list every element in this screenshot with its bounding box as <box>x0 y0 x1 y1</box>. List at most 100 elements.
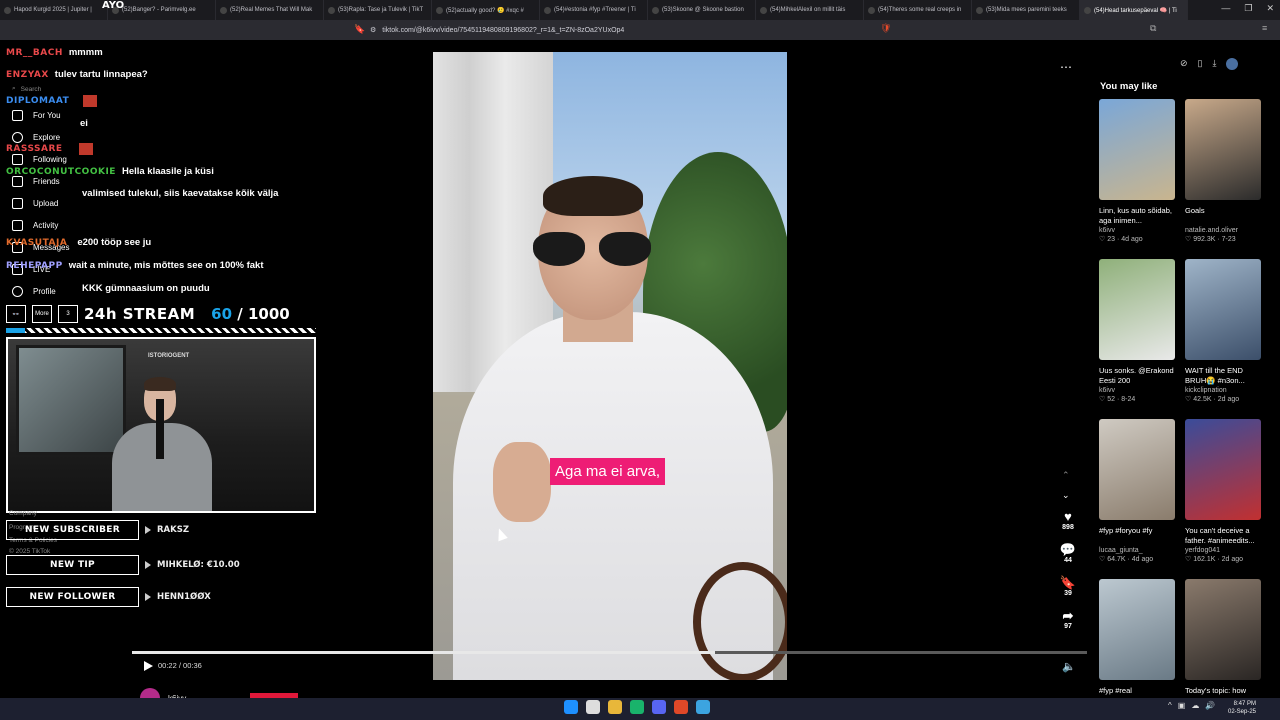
video-caption: Aga ma ei arva, <box>550 458 666 485</box>
nav-friends[interactable]: Friends <box>12 176 60 187</box>
card-title[interactable]: Goals <box>1185 206 1261 226</box>
video-thumbnail[interactable] <box>1099 579 1175 680</box>
brave-shield-icon[interactable]: 🛡 <box>880 23 891 34</box>
tray-chevron-icon[interactable]: ^ <box>1168 701 1172 710</box>
recommendation-card[interactable]: You can't deceive a father. #animeedits.… <box>1185 419 1261 563</box>
more-box[interactable]: More <box>32 305 52 323</box>
video-thumbnail[interactable] <box>1099 259 1175 360</box>
browser-tab[interactable]: (52)Banger? - Parimvelg.ee <box>108 0 216 20</box>
compass-icon <box>12 132 23 143</box>
nav-activity[interactable]: Activity <box>12 220 58 231</box>
alert-subscriber: NEW SUBSCRIBER RAKSZ <box>6 520 189 540</box>
card-title[interactable]: Uus sonks. @Erakond Eesti 200 <box>1099 366 1175 386</box>
webcam-feed: ISTORIOGENT <box>6 337 316 513</box>
browser-tab[interactable]: Hapod Kurgid 2025 | Jupiter | <box>0 0 108 20</box>
video-player[interactable] <box>433 52 787 680</box>
card-user[interactable]: k6ivv <box>1099 387 1175 394</box>
clock[interactable]: 8:47 PM 02-Sep-25 <box>1228 700 1256 716</box>
card-user[interactable]: natalie.and.oliver <box>1185 227 1261 234</box>
card-title[interactable]: #fyp #foryou #fy <box>1099 526 1175 546</box>
previous-video-icon[interactable]: ⌃ <box>1062 470 1070 481</box>
video-thumbnail[interactable] <box>1185 579 1261 680</box>
maximize-button[interactable]: ❐ <box>1244 3 1252 14</box>
recommendation-card[interactable]: Today's topic: how <box>1185 579 1261 706</box>
recommendation-card[interactable]: WAIT till the END BRUH😭 #n3on... kickclip… <box>1185 259 1261 403</box>
video-thumbnail[interactable] <box>1099 419 1175 520</box>
volume-tray-icon[interactable]: 🔊 <box>1205 701 1215 710</box>
like-count: 898 <box>1062 524 1074 531</box>
card-user[interactable]: k6ivv <box>1099 227 1175 234</box>
device-icon[interactable]: ▯ <box>1198 58 1203 70</box>
bookmark-icon[interactable]: 🔖 <box>354 24 365 35</box>
browser-tab[interactable]: (52)actually good? 🥲 #xqc # <box>432 0 540 20</box>
footer-company[interactable]: Company <box>9 510 37 517</box>
nav-explore[interactable]: Explore <box>12 132 60 143</box>
taskbar-app-icon[interactable] <box>586 700 600 714</box>
share-button[interactable]: ➦ 97 <box>1056 609 1080 631</box>
browser-tab[interactable]: (53)Mida mees paremini teeks <box>972 0 1080 20</box>
card-user[interactable]: lucaa_giunta_ <box>1099 547 1175 554</box>
nav-profile[interactable]: Profile <box>12 286 56 297</box>
chat-message: KVASUTAJA e200 tööp see ju <box>6 237 152 248</box>
browser-tab[interactable]: (52)Real Memes That Will Mak <box>216 0 324 20</box>
browser-tab[interactable]: (54)Theres some real creeps in <box>864 0 972 20</box>
recommendation-card[interactable]: Linn, kus auto sõidab, aga inimen... k6iv… <box>1099 99 1175 243</box>
video-thumbnail[interactable] <box>1185 419 1261 520</box>
browser-tab-bar: Hapod Kurgid 2025 | Jupiter | (52)Banger?… <box>0 0 1280 20</box>
taskbar-app-icon[interactable] <box>674 700 688 714</box>
volume-icon[interactable]: 🔈 <box>1062 660 1076 673</box>
menu-icon[interactable]: ≡ <box>1262 23 1267 33</box>
url-field[interactable]: ⚙ tiktok.com/@k6ivv/video/75451194808091… <box>370 24 910 36</box>
taskbar-app-icon[interactable] <box>608 700 622 714</box>
video-thumbnail[interactable] <box>1185 99 1261 200</box>
card-title[interactable]: WAIT till the END BRUH😭 #n3on... <box>1185 366 1261 386</box>
download-icon[interactable]: ⤓ <box>1213 58 1217 70</box>
site-settings-icon[interactable]: ⚙ <box>370 26 376 34</box>
home-icon <box>12 110 23 121</box>
recommendation-card[interactable]: #fyp #real <box>1099 579 1175 706</box>
card-title[interactable]: Linn, kus auto sõidab, aga inimen... <box>1099 206 1175 226</box>
video-thumbnail[interactable] <box>1185 259 1261 360</box>
save-button[interactable]: 🔖 39 <box>1056 575 1080 598</box>
nav-for-you[interactable]: For You <box>12 110 61 121</box>
more-options-icon[interactable]: ⋯ <box>1060 60 1072 74</box>
nav-upload[interactable]: Upload <box>12 198 58 209</box>
browser-tab[interactable]: (54)MihkelAlexil on millit täis <box>756 0 864 20</box>
card-title[interactable]: You can't deceive a father. #animeedits.… <box>1185 526 1261 546</box>
recommendation-card[interactable]: #fyp #foryou #fy lucaa_giunta_ ♡ 64.7K · 4… <box>1099 419 1175 563</box>
bookmark-icon: 🔖 <box>1059 575 1077 590</box>
stream-goal: 👓 More 3 24h STREAM 60 / 1000 <box>6 304 316 324</box>
minimize-button[interactable]: — <box>1221 3 1230 14</box>
card-user[interactable]: kickclipnation <box>1185 387 1261 394</box>
like-button[interactable]: ♥ 898 <box>1056 510 1080 532</box>
network-icon[interactable]: ▣ <box>1178 701 1186 710</box>
recommendation-card[interactable]: Uus sonks. @Erakond Eesti 200 k6ivv ♡ 52 ·… <box>1099 259 1175 403</box>
card-user[interactable]: yerfdog041 <box>1185 547 1261 554</box>
browser-tab[interactable]: (53)Rapla: Tase ja Tulevik | TikT <box>324 0 432 20</box>
share-link-icon[interactable]: ⊘ <box>1180 58 1188 70</box>
taskbar-app-icon[interactable] <box>696 700 710 714</box>
browser-tab[interactable]: (54)Head tarkusepäeval 🧠 | Ti <box>1080 0 1188 20</box>
comment-button[interactable]: 💬 44 <box>1056 543 1080 565</box>
taskbar-app-icon[interactable] <box>652 700 666 714</box>
next-video-icon[interactable]: ⌄ <box>1062 490 1070 501</box>
play-icon[interactable] <box>144 661 153 671</box>
video-thumbnail[interactable] <box>1099 99 1175 200</box>
video-scrubber[interactable] <box>132 651 1087 654</box>
tab-favicon-icon <box>976 6 983 14</box>
taskbar-app-icon[interactable] <box>630 700 644 714</box>
browser-tab[interactable]: (54)#estonia #fyp #Treener | Ti <box>540 0 648 20</box>
search-placeholder: Search <box>20 85 42 93</box>
nav-following[interactable]: Following <box>12 154 67 165</box>
recommendation-card[interactable]: Goals natalie.and.oliver ♡ 992.3K · 7-23 <box>1185 99 1261 243</box>
tab-favicon-icon <box>1084 6 1091 14</box>
extensions-icon[interactable]: ⧉ <box>1150 23 1156 34</box>
cloud-icon[interactable]: ☁ <box>1191 701 1199 710</box>
tiktok-search[interactable]: ⌕ Search <box>12 84 108 94</box>
browser-tab[interactable]: (53)Skoone @ Skoone bastion <box>648 0 756 20</box>
tab-favicon-icon <box>220 6 227 14</box>
close-window-button[interactable]: ✕ <box>1266 3 1274 14</box>
taskbar-app-icon[interactable] <box>564 700 578 714</box>
upload-icon <box>12 198 23 209</box>
avatar[interactable] <box>1226 58 1239 70</box>
